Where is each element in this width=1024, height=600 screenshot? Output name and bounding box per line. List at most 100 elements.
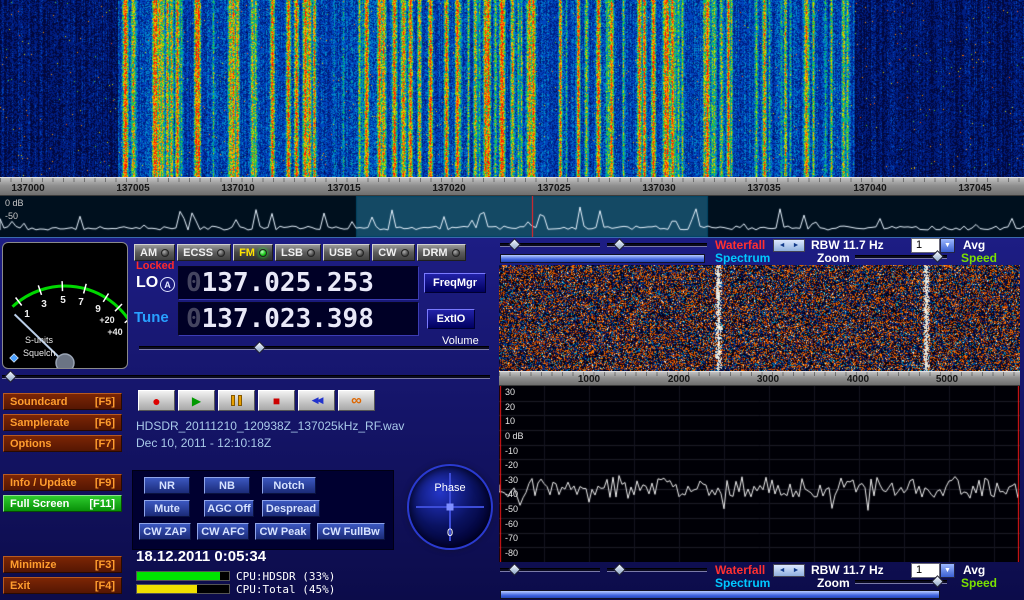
pause-button[interactable] — [218, 390, 255, 411]
mode-button-cw[interactable]: CW — [372, 244, 414, 261]
tune-frequency-display[interactable]: 0137.023.398 — [178, 302, 419, 336]
zoom-slider[interactable] — [855, 255, 947, 259]
chevron-down-icon[interactable]: ▼ — [940, 238, 955, 253]
volume-slider-handle[interactable] — [253, 341, 266, 354]
spectrum-label[interactable]: Spectrum — [715, 251, 770, 265]
waterfall-label[interactable]: Waterfall — [715, 238, 765, 252]
stop-button[interactable]: ■ — [258, 390, 295, 411]
play-button[interactable]: ▶ — [178, 390, 215, 411]
zoom-span-bar[interactable] — [500, 590, 940, 599]
svg-text:9: 9 — [95, 304, 101, 315]
spectrum-label[interactable]: Spectrum — [715, 576, 770, 590]
squelch-slider-handle[interactable] — [4, 370, 17, 383]
avg-dropdown[interactable]: 1 ▼ — [911, 238, 955, 253]
waterfall-lower-slider[interactable] — [607, 568, 707, 572]
mode-button-fm[interactable]: FM — [233, 244, 273, 261]
samplerate-button[interactable]: Samplerate[F6] — [3, 414, 122, 431]
extio-button[interactable]: ExtIO — [427, 309, 475, 329]
shift-arrows[interactable]: ◄ ► — [773, 239, 805, 252]
smeter-units-label: S-units — [25, 335, 54, 345]
tune-digits: 137.023.398 — [202, 304, 374, 334]
db-scale-label: 10 — [505, 416, 515, 426]
db-scale-label: -40 — [505, 489, 518, 499]
freqmgr-button[interactable]: FreqMgr — [424, 273, 486, 293]
avg-label: Avg — [963, 563, 985, 577]
zoom-span-bar[interactable] — [500, 254, 705, 263]
mode-button-usb[interactable]: USB — [323, 244, 370, 261]
shift-arrows[interactable]: ◄ ► — [773, 564, 805, 577]
notch-button[interactable]: Notch — [262, 477, 316, 494]
waterfall-upper-handle[interactable] — [508, 238, 521, 251]
minimize-button[interactable]: Minimize[F3] — [3, 556, 122, 573]
avg-dropdown[interactable]: 1 ▼ — [911, 563, 955, 578]
main-waterfall-display[interactable] — [0, 0, 1024, 177]
rx-waterfall-display[interactable] — [499, 265, 1020, 371]
db-scale-label: 0 dB — [5, 198, 24, 208]
fullscreen-button[interactable]: Full Screen[F11] — [3, 495, 122, 512]
lo-digits: 137.025.253 — [202, 268, 374, 298]
nb-button[interactable]: NB — [204, 477, 250, 494]
chevron-down-icon[interactable]: ▼ — [940, 563, 955, 578]
main-frequency-ruler[interactable]: 137000 137005 137010 137015 137020 13702… — [0, 177, 1024, 196]
squelch-marker[interactable] — [10, 354, 18, 362]
left-arrow-icon[interactable]: ◄ — [779, 242, 786, 249]
main-spectrum-canvas[interactable] — [0, 196, 1024, 237]
info-update-button[interactable]: Info / Update[F9] — [3, 474, 122, 491]
locked-label: Locked — [136, 260, 175, 272]
loop-button[interactable]: ∞ — [338, 390, 375, 411]
ruler-tick: 137045 — [958, 183, 991, 194]
mode-button-drm[interactable]: DRM — [417, 244, 466, 261]
zoom-slider[interactable] — [855, 580, 947, 584]
mode-button-lsb[interactable]: LSB — [275, 244, 321, 261]
rx-spectrum-canvas[interactable] — [499, 386, 1020, 562]
ruler-tick: 137000 — [11, 183, 44, 194]
cpu-hdsdr-bar — [136, 571, 230, 581]
ruler-tick: 137005 — [116, 183, 149, 194]
rewind-button[interactable]: ◀◀ — [298, 390, 335, 411]
cw-peak-button[interactable]: CW Peak — [255, 523, 311, 540]
mode-button-am[interactable]: AM — [134, 244, 175, 261]
db-scale-label: -20 — [505, 460, 518, 470]
soundcard-button[interactable]: Soundcard[F5] — [3, 393, 122, 410]
waterfall-lower-handle[interactable] — [613, 238, 626, 251]
waterfall-label[interactable]: Waterfall — [715, 563, 765, 577]
waterfall-upper-slider[interactable] — [500, 568, 600, 572]
waterfall-upper-handle[interactable] — [508, 563, 521, 576]
play-icon: ▶ — [192, 394, 201, 408]
main-spectrum-display[interactable]: 0 dB -50 — [0, 196, 1024, 237]
squelch-slider[interactable] — [2, 375, 490, 379]
exit-button[interactable]: Exit[F4] — [3, 577, 122, 594]
mode-button-ecss[interactable]: ECSS — [177, 244, 231, 261]
button-hotkey: [F6] — [95, 417, 115, 429]
nr-button[interactable]: NR — [144, 477, 190, 494]
cw-afc-button[interactable]: CW AFC — [197, 523, 249, 540]
lo-frequency-display[interactable]: 0137.025.253 — [178, 266, 419, 300]
right-arrow-icon[interactable]: ► — [793, 242, 800, 249]
ruler-tick: 137040 — [853, 183, 886, 194]
despread-button[interactable]: Despread — [262, 500, 320, 517]
lo-lock-button[interactable]: A — [160, 277, 175, 292]
left-arrow-icon[interactable]: ◄ — [779, 567, 786, 574]
db-scale-label: -30 — [505, 475, 518, 485]
waterfall-lower-slider[interactable] — [607, 243, 707, 247]
phase-center-dot — [447, 504, 454, 511]
right-arrow-icon[interactable]: ► — [793, 567, 800, 574]
record-button[interactable]: ● — [138, 390, 175, 411]
db-scale-label: 0 dB — [505, 431, 524, 441]
button-hotkey: [F7] — [95, 438, 115, 450]
cw-fullbw-button[interactable]: CW FullBw — [317, 523, 385, 540]
tune-label: Tune — [134, 309, 169, 326]
rx-frequency-ruler[interactable]: 1000 2000 3000 4000 5000 — [499, 371, 1020, 386]
loop-icon: ∞ — [351, 392, 362, 409]
agc-button[interactable]: AGC Off — [204, 500, 254, 517]
mute-button[interactable]: Mute — [144, 500, 190, 517]
svg-text:3: 3 — [41, 299, 47, 310]
cw-zap-button[interactable]: CW ZAP — [139, 523, 191, 540]
volume-slider[interactable] — [139, 346, 489, 350]
waterfall-upper-slider[interactable] — [500, 243, 600, 247]
smeter-plus20: +20 — [99, 315, 114, 325]
button-label: Soundcard — [10, 396, 67, 408]
options-button[interactable]: Options[F7] — [3, 435, 122, 452]
rx-spectrum-display[interactable]: 30 20 10 0 dB -10 -20 -30 -40 -50 -60 -7… — [499, 386, 1020, 562]
waterfall-lower-handle[interactable] — [613, 563, 626, 576]
